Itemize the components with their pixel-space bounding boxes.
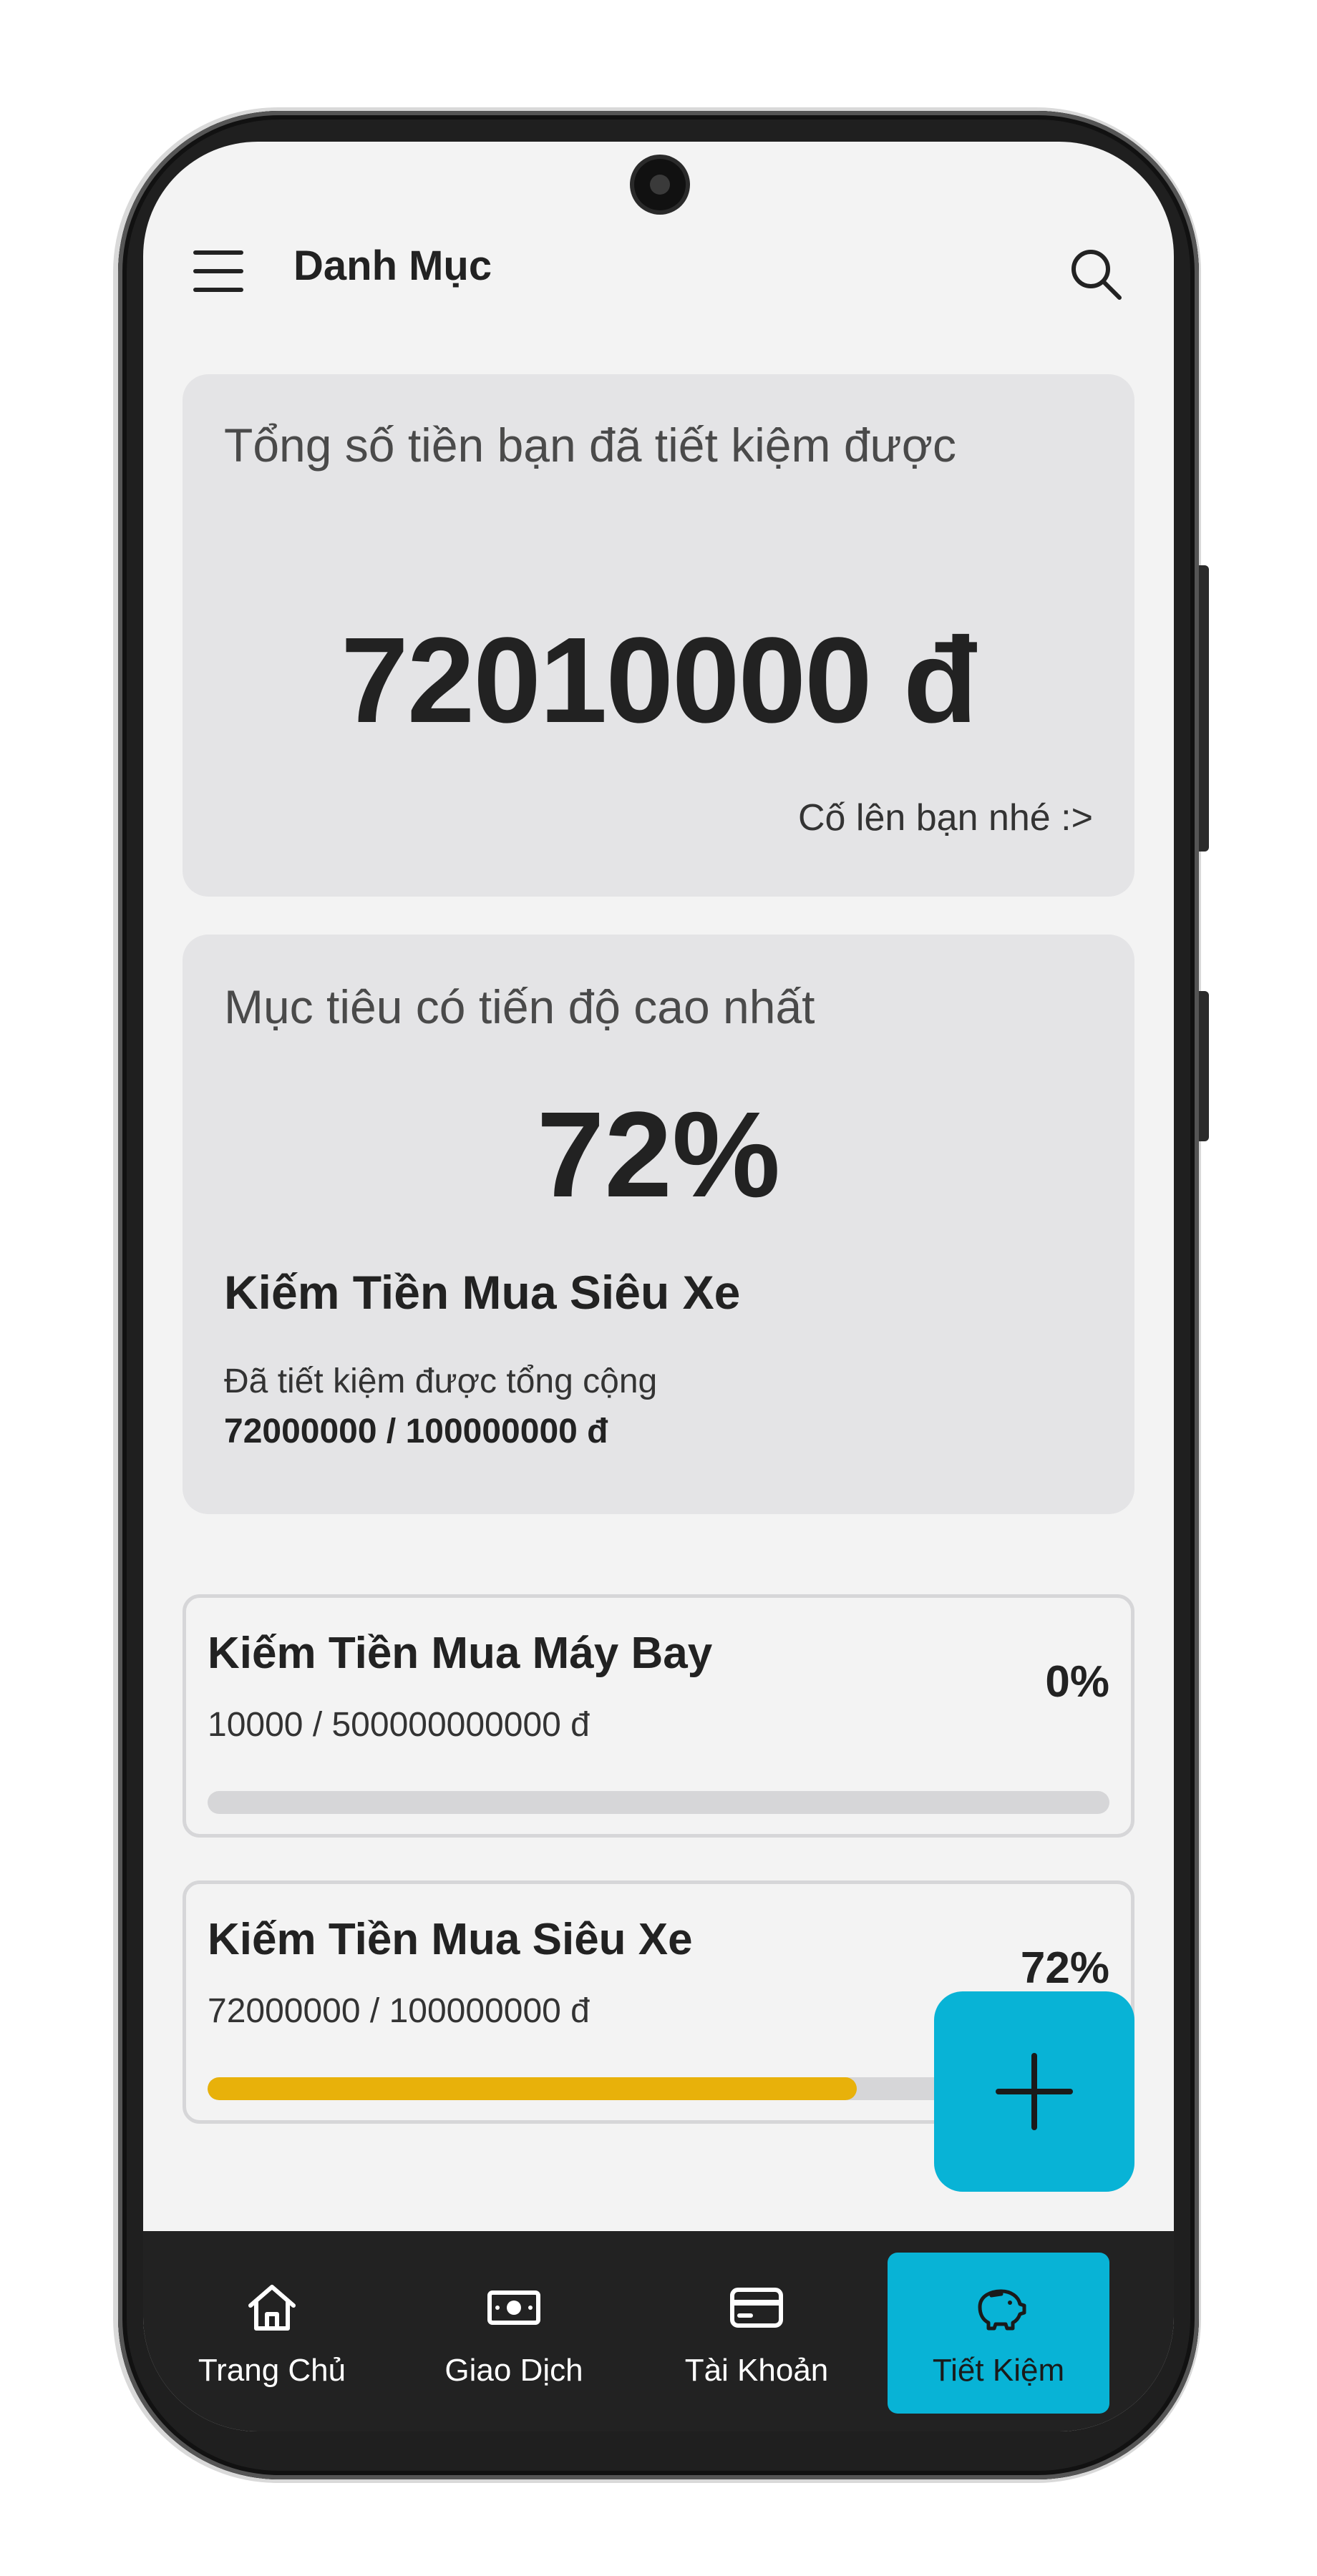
encouragement-note: Cố lên bạn nhé :> — [798, 797, 1093, 839]
goal-amount: 72000000 / 100000000 đ — [208, 1992, 590, 2030]
plus-icon — [996, 2053, 1073, 2130]
volume-button — [1199, 565, 1209, 852]
top-progress-label: Mục tiêu có tiến độ cao nhất — [224, 980, 815, 1033]
page-title: Danh Mục — [293, 243, 492, 289]
app-stage: Danh Mục Tổng số tiền bạn đã tiết kiệm đ… — [0, 0, 1317, 2576]
app-header: Danh Mục — [143, 220, 1174, 321]
bottom-nav: Trang Chủ Giao Dịch Tài Khoản Tiết Kiệm — [143, 2231, 1174, 2431]
nav-label: Trang Chủ — [198, 2353, 346, 2388]
total-savings-label: Tổng số tiền bạn đã tiết kiệm được — [224, 419, 956, 472]
nav-item-savings[interactable]: Tiết Kiệm — [888, 2253, 1109, 2414]
goal-item[interactable]: Kiếm Tiền Mua Máy Bay 10000 / 5000000000… — [183, 1594, 1134, 1838]
front-camera — [634, 159, 686, 210]
top-progress-card[interactable]: Mục tiêu có tiến độ cao nhất 72% Kiếm Ti… — [183, 935, 1134, 1514]
top-progress-percent: 72% — [536, 1087, 781, 1223]
top-goal-name: Kiếm Tiền Mua Siêu Xe — [224, 1266, 741, 1319]
goal-progress-fill — [208, 2077, 857, 2100]
goal-percent: 72% — [1020, 1943, 1109, 1993]
nav-item-home[interactable]: Trang Chủ — [161, 2253, 383, 2414]
goal-percent: 0% — [1045, 1657, 1109, 1707]
piggy-bank-icon — [978, 2289, 1026, 2331]
nav-item-account[interactable]: Tài Khoản — [646, 2253, 868, 2414]
power-button — [1199, 991, 1209, 1141]
nav-label: Tiết Kiệm — [932, 2353, 1065, 2388]
nav-label: Tài Khoản — [684, 2353, 829, 2388]
total-savings-card: Tổng số tiền bạn đã tiết kiệm được 72010… — [183, 374, 1134, 897]
add-goal-button[interactable] — [934, 1991, 1134, 2192]
goal-name: Kiếm Tiền Mua Máy Bay — [208, 1629, 713, 1678]
goal-progress-track — [208, 1791, 1109, 1814]
goal-name: Kiếm Tiền Mua Siêu Xe — [208, 1915, 693, 1964]
nav-label: Giao Dịch — [444, 2353, 583, 2388]
card-icon — [730, 2288, 783, 2328]
top-goal-summary: Đã tiết kiệm được tổng cộng 72000000 / 1… — [224, 1357, 657, 1457]
top-goal-subtitle: Đã tiết kiệm được tổng cộng — [224, 1362, 658, 1400]
home-icon — [248, 2285, 296, 2331]
phone-screen: Danh Mục Tổng số tiền bạn đã tiết kiệm đ… — [143, 142, 1174, 2431]
top-goal-amount: 72000000 / 100000000 đ — [224, 1413, 608, 1450]
goal-amount: 10000 / 500000000000 đ — [208, 1706, 590, 1744]
total-savings-value: 72010000 đ — [341, 613, 977, 748]
search-icon[interactable] — [1066, 245, 1124, 302]
nav-item-transactions[interactable]: Giao Dịch — [403, 2253, 625, 2414]
hamburger-menu-icon[interactable] — [193, 250, 243, 292]
cash-icon — [487, 2290, 540, 2325]
